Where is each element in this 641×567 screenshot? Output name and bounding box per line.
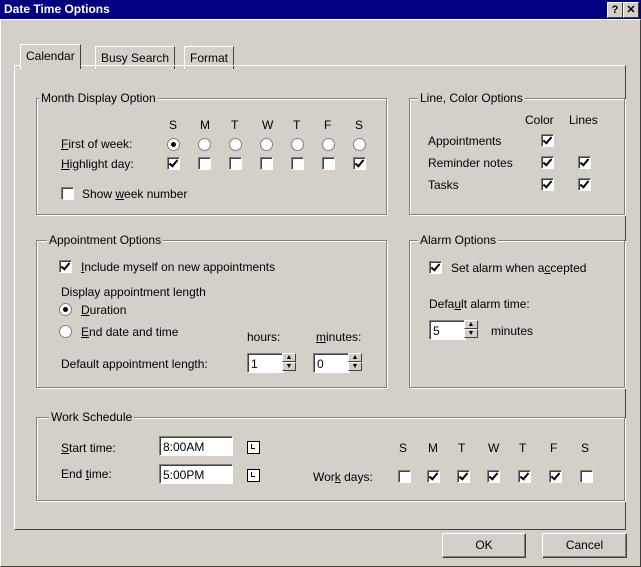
- alarm-time-input[interactable]: 5: [429, 320, 466, 340]
- first-of-week-radio[interactable]: [291, 138, 304, 151]
- month-day-header: S: [355, 118, 364, 132]
- work-days-label: Work days:: [313, 470, 373, 484]
- close-icon[interactable]: ✕: [623, 2, 639, 18]
- set-alarm-label: Set alarm when accepted: [451, 261, 587, 275]
- first-of-week-radio[interactable]: [353, 138, 366, 151]
- appointment-options-legend: Appointment Options: [47, 233, 164, 247]
- first-of-week-radio[interactable]: [260, 138, 273, 151]
- work-day-checkbox[interactable]: [487, 470, 500, 483]
- tab-calendar[interactable]: Calendar: [20, 44, 81, 69]
- work-day-header: T: [519, 441, 527, 455]
- highlight-day-checkbox[interactable]: [291, 157, 304, 170]
- show-week-number-label: Show week number: [82, 187, 188, 201]
- line-color-row-label: Tasks: [428, 178, 459, 192]
- first-of-week-radio[interactable]: [229, 138, 242, 151]
- color-checkbox[interactable]: [541, 178, 554, 191]
- first-of-week-radio[interactable]: [167, 138, 180, 151]
- hours-label: hours:: [247, 330, 281, 344]
- window-title: Date Time Options: [4, 2, 110, 16]
- work-day-header: T: [458, 441, 466, 455]
- work-day-header: S: [399, 441, 408, 455]
- title-bar: Date Time Options ? ✕: [0, 0, 641, 19]
- work-schedule-group: [36, 417, 625, 501]
- default-alarm-label: Default alarm time:: [429, 297, 530, 311]
- month-day-header: F: [324, 118, 332, 132]
- cancel-button[interactable]: Cancel: [542, 533, 627, 558]
- end-date-radio[interactable]: [59, 325, 72, 338]
- work-day-checkbox[interactable]: [518, 470, 531, 483]
- duration-label: Duration: [81, 303, 127, 317]
- start-clock-icon[interactable]: [247, 441, 260, 454]
- include-myself-label: Include myself on new appointments: [81, 260, 276, 274]
- first-of-week-radio[interactable]: [198, 138, 211, 151]
- highlight-day-label: Highlight day:: [61, 157, 134, 171]
- minutes-label: minutes:: [316, 330, 362, 344]
- alarm-time-spinner[interactable]: ▲ ▼: [464, 320, 478, 340]
- highlight-day-checkbox[interactable]: [167, 157, 180, 170]
- work-day-checkbox[interactable]: [549, 470, 562, 483]
- show-week-number-checkbox[interactable]: [61, 187, 74, 200]
- ok-button[interactable]: OK: [442, 533, 526, 558]
- line-color-row-label: Reminder notes: [428, 156, 513, 170]
- work-day-checkbox[interactable]: [427, 470, 440, 483]
- help-icon[interactable]: ?: [607, 2, 623, 18]
- start-time-label: Start time:: [61, 441, 116, 455]
- line-color-legend: Line, Color Options: [418, 91, 525, 105]
- work-schedule-legend: Work Schedule: [49, 410, 135, 424]
- first-of-week-radio[interactable]: [322, 138, 335, 151]
- end-date-label: End date and time: [81, 325, 179, 339]
- display-length-label: Display appointment length: [61, 285, 206, 299]
- lines-checkbox[interactable]: [578, 156, 591, 169]
- highlight-day-checkbox[interactable]: [322, 157, 335, 170]
- highlight-day-checkbox[interactable]: [353, 157, 366, 170]
- lines-checkbox[interactable]: [578, 178, 591, 191]
- work-day-header: W: [488, 441, 500, 455]
- end-time-input[interactable]: 5:00PM: [159, 464, 233, 484]
- color-column-header: Color: [525, 113, 554, 127]
- work-day-checkbox[interactable]: [398, 470, 411, 483]
- minutes-spinner[interactable]: ▲ ▼: [348, 353, 362, 373]
- hours-input[interactable]: 1: [247, 353, 284, 373]
- end-time-label: End time:: [61, 467, 112, 481]
- highlight-day-checkbox[interactable]: [229, 157, 242, 170]
- month-day-header: S: [169, 118, 178, 132]
- end-clock-icon[interactable]: [247, 469, 260, 482]
- month-day-header: T: [293, 118, 301, 132]
- month-day-header: M: [200, 118, 210, 132]
- minutes-input[interactable]: 0: [313, 353, 350, 373]
- month-day-header: T: [231, 118, 239, 132]
- month-day-header: W: [262, 118, 274, 132]
- work-day-checkbox[interactable]: [580, 470, 593, 483]
- month-display-legend: Month Display Option: [39, 91, 158, 105]
- color-checkbox[interactable]: [541, 156, 554, 169]
- alarm-unit-label: minutes: [491, 324, 534, 338]
- line-color-row-label: Appointments: [428, 134, 502, 148]
- set-alarm-checkbox[interactable]: [429, 261, 442, 274]
- alarm-options-legend: Alarm Options: [418, 233, 499, 247]
- work-day-checkbox[interactable]: [457, 470, 470, 483]
- work-day-header: S: [581, 441, 590, 455]
- start-time-input[interactable]: 8:00AM: [159, 436, 233, 456]
- lines-column-header: Lines: [569, 113, 598, 127]
- highlight-day-checkbox[interactable]: [198, 157, 211, 170]
- color-checkbox[interactable]: [541, 134, 554, 147]
- include-myself-checkbox[interactable]: [59, 260, 72, 273]
- work-day-header: M: [428, 441, 438, 455]
- default-length-label: Default appointment length:: [61, 357, 208, 371]
- work-day-header: F: [550, 441, 558, 455]
- duration-radio[interactable]: [59, 303, 72, 316]
- highlight-day-checkbox[interactable]: [260, 157, 273, 170]
- first-of-week-label: First of week:: [61, 137, 133, 151]
- hours-spinner[interactable]: ▲ ▼: [282, 353, 296, 373]
